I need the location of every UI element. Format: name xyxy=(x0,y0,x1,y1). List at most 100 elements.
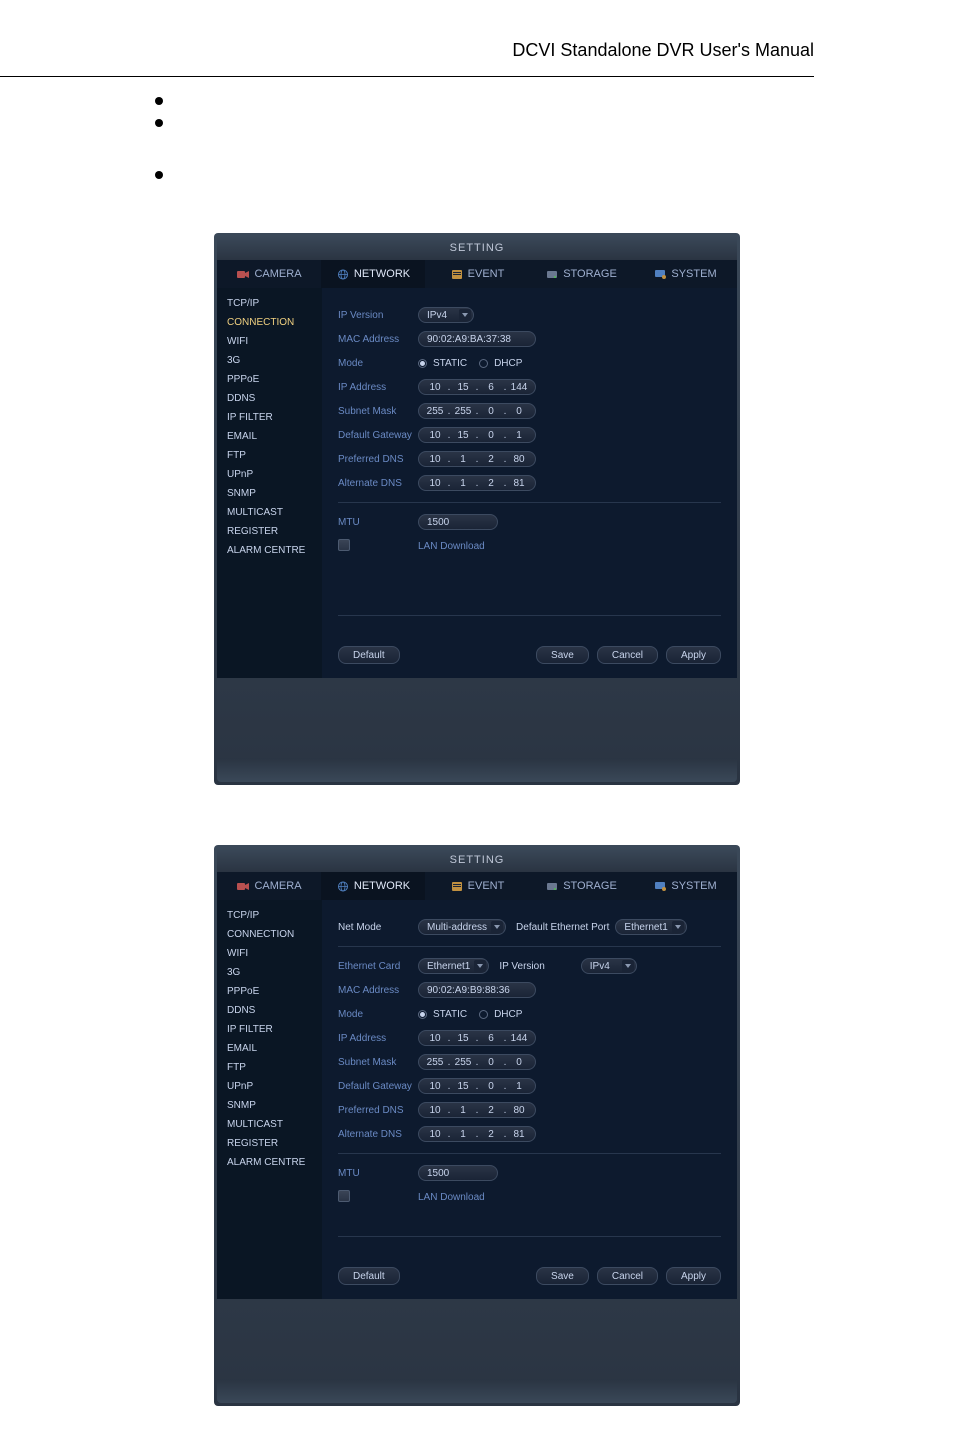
sidebar-item-ftp[interactable]: FTP xyxy=(217,1058,322,1077)
mode-label2: Mode xyxy=(338,1009,418,1020)
mac-address-field[interactable]: 90:02:A9:BA:37:38 xyxy=(418,331,536,347)
sidebar-item-ddns[interactable]: DDNS xyxy=(217,389,322,408)
apply-button[interactable]: Apply xyxy=(666,646,721,664)
sidebar-item-connection[interactable]: CONNECTION xyxy=(217,313,322,332)
net-mode-label: Net Mode xyxy=(338,922,418,933)
sidebar-item-register[interactable]: REGISTER xyxy=(217,522,322,541)
sidebar-item-3g[interactable]: 3G xyxy=(217,351,322,370)
network-icon xyxy=(336,881,350,892)
sidebar-item-register[interactable]: REGISTER xyxy=(217,1134,322,1153)
tab-system[interactable]: SYSTEM xyxy=(633,260,737,288)
sidebar-item-ftp[interactable]: FTP xyxy=(217,446,322,465)
sidebar-item-upnp[interactable]: UPnP xyxy=(217,465,322,484)
ethernet-card-select[interactable]: Ethernet1 xyxy=(418,958,489,974)
sidebar-item-tcpip[interactable]: TCP/IP xyxy=(217,906,322,925)
mode-dhcp-radio2[interactable] xyxy=(479,1010,488,1019)
preferred-dns-field2[interactable]: 10. 1. 2. 80 xyxy=(418,1102,536,1118)
preferred-dns-field[interactable]: 10. 1. 2. 80 xyxy=(418,451,536,467)
alternate-dns-field[interactable]: 10. 1. 2. 81 xyxy=(418,475,536,491)
sidebar-item-ipfilter[interactable]: IP FILTER xyxy=(217,408,322,427)
network-icon xyxy=(336,269,350,280)
ip-address-field[interactable]: 10. 15. 6. 144 xyxy=(418,379,536,395)
default-gateway-field[interactable]: 10. 15. 0. 1 xyxy=(418,427,536,443)
sidebar-item-ipfilter[interactable]: IP FILTER xyxy=(217,1020,322,1039)
tab-network[interactable]: NETWORK xyxy=(321,260,425,288)
mode-static-radio[interactable] xyxy=(418,359,427,368)
default-button[interactable]: Default xyxy=(338,646,400,664)
tab-event[interactable]: EVENT xyxy=(425,872,529,900)
sidebar-item-alarmcentre[interactable]: ALARM CENTRE xyxy=(217,1153,322,1172)
ip-version-select2[interactable]: IPv4 xyxy=(581,958,637,974)
sidebar-item-wifi[interactable]: WIFI xyxy=(217,944,322,963)
mtu-field[interactable]: 1500 xyxy=(418,514,498,530)
mode-static-radio2[interactable] xyxy=(418,1010,427,1019)
sidebar-item-connection[interactable]: CONNECTION xyxy=(217,925,322,944)
default-gateway-label: Default Gateway xyxy=(338,430,418,441)
window-title: SETTING xyxy=(217,848,737,872)
sidebar-item-wifi[interactable]: WIFI xyxy=(217,332,322,351)
bullet-icon xyxy=(155,119,163,127)
ip-address-label: IP Address xyxy=(338,382,418,393)
camera-icon xyxy=(236,269,250,280)
subnet-mask-label: Subnet Mask xyxy=(338,406,418,417)
lan-download-label2: LAN Download xyxy=(418,1192,485,1203)
sidebar: TCP/IP CONNECTION WIFI 3G PPPoE DDNS IP … xyxy=(217,900,322,1299)
default-eth-port-select[interactable]: Ethernet1 xyxy=(615,919,686,935)
sidebar-item-snmp[interactable]: SNMP xyxy=(217,484,322,503)
doc-title: DCVI Standalone DVR User's Manual xyxy=(512,40,814,60)
subnet-mask-field2[interactable]: 255. 255. 0. 0 xyxy=(418,1054,536,1070)
tab-event[interactable]: EVENT xyxy=(425,260,529,288)
ip-version-label2: IP Version xyxy=(499,961,544,972)
ip-address-field2[interactable]: 10. 15. 6. 144 xyxy=(418,1030,536,1046)
lan-download-checkbox[interactable] xyxy=(338,539,350,551)
mac-address-label: MAC Address xyxy=(338,334,418,345)
main-panel: IP Version IPv4 MAC Address 90:02:A9:BA:… xyxy=(322,288,737,678)
mtu-label: MTU xyxy=(338,517,418,528)
tab-bar: CAMERA NETWORK EVENT STORAGE SYSTEM xyxy=(217,260,737,288)
tab-storage[interactable]: STORAGE xyxy=(529,260,633,288)
sidebar-item-3g[interactable]: 3G xyxy=(217,963,322,982)
tab-bar: CAMERA NETWORK EVENT STORAGE SYSTEM xyxy=(217,872,737,900)
mtu-field2[interactable]: 1500 xyxy=(418,1165,498,1181)
sidebar-item-multicast[interactable]: MULTICAST xyxy=(217,1115,322,1134)
storage-icon xyxy=(545,881,559,892)
bullet-icon xyxy=(155,97,163,105)
ip-version-select[interactable]: IPv4 xyxy=(418,307,474,323)
sidebar-item-upnp[interactable]: UPnP xyxy=(217,1077,322,1096)
sidebar-item-email[interactable]: EMAIL xyxy=(217,1039,322,1058)
sidebar-item-pppoe[interactable]: PPPoE xyxy=(217,370,322,389)
apply-button2[interactable]: Apply xyxy=(666,1267,721,1285)
save-button2[interactable]: Save xyxy=(536,1267,589,1285)
lan-download-checkbox2[interactable] xyxy=(338,1190,350,1202)
tab-camera[interactable]: CAMERA xyxy=(217,260,321,288)
ethernet-card-label: Ethernet Card xyxy=(338,961,418,972)
tab-network[interactable]: NETWORK xyxy=(321,872,425,900)
sidebar-item-ddns[interactable]: DDNS xyxy=(217,1001,322,1020)
sidebar-item-pppoe[interactable]: PPPoE xyxy=(217,982,322,1001)
sidebar-item-snmp[interactable]: SNMP xyxy=(217,1096,322,1115)
subnet-mask-label2: Subnet Mask xyxy=(338,1057,418,1068)
sidebar-item-email[interactable]: EMAIL xyxy=(217,427,322,446)
tab-storage[interactable]: STORAGE xyxy=(529,872,633,900)
system-icon xyxy=(653,881,667,892)
default-button2[interactable]: Default xyxy=(338,1267,400,1285)
sidebar-item-alarmcentre[interactable]: ALARM CENTRE xyxy=(217,541,322,560)
bullet-icon xyxy=(155,171,163,179)
mode-dhcp-radio[interactable] xyxy=(479,359,488,368)
lan-download-label: LAN Download xyxy=(418,541,485,552)
alternate-dns-label: Alternate DNS xyxy=(338,478,418,489)
cancel-button2[interactable]: Cancel xyxy=(597,1267,658,1285)
mac-address-field2[interactable]: 90:02:A9:B9:88:36 xyxy=(418,982,536,998)
default-gateway-field2[interactable]: 10. 15. 0. 1 xyxy=(418,1078,536,1094)
tab-camera[interactable]: CAMERA xyxy=(217,872,321,900)
sidebar-item-tcpip[interactable]: TCP/IP xyxy=(217,294,322,313)
cancel-button[interactable]: Cancel xyxy=(597,646,658,664)
event-icon xyxy=(450,269,464,280)
ip-address-label2: IP Address xyxy=(338,1033,418,1044)
sidebar-item-multicast[interactable]: MULTICAST xyxy=(217,503,322,522)
alternate-dns-field2[interactable]: 10. 1. 2. 81 xyxy=(418,1126,536,1142)
tab-system[interactable]: SYSTEM xyxy=(633,872,737,900)
subnet-mask-field[interactable]: 255. 255. 0. 0 xyxy=(418,403,536,419)
save-button[interactable]: Save xyxy=(536,646,589,664)
net-mode-select[interactable]: Multi-address xyxy=(418,919,506,935)
